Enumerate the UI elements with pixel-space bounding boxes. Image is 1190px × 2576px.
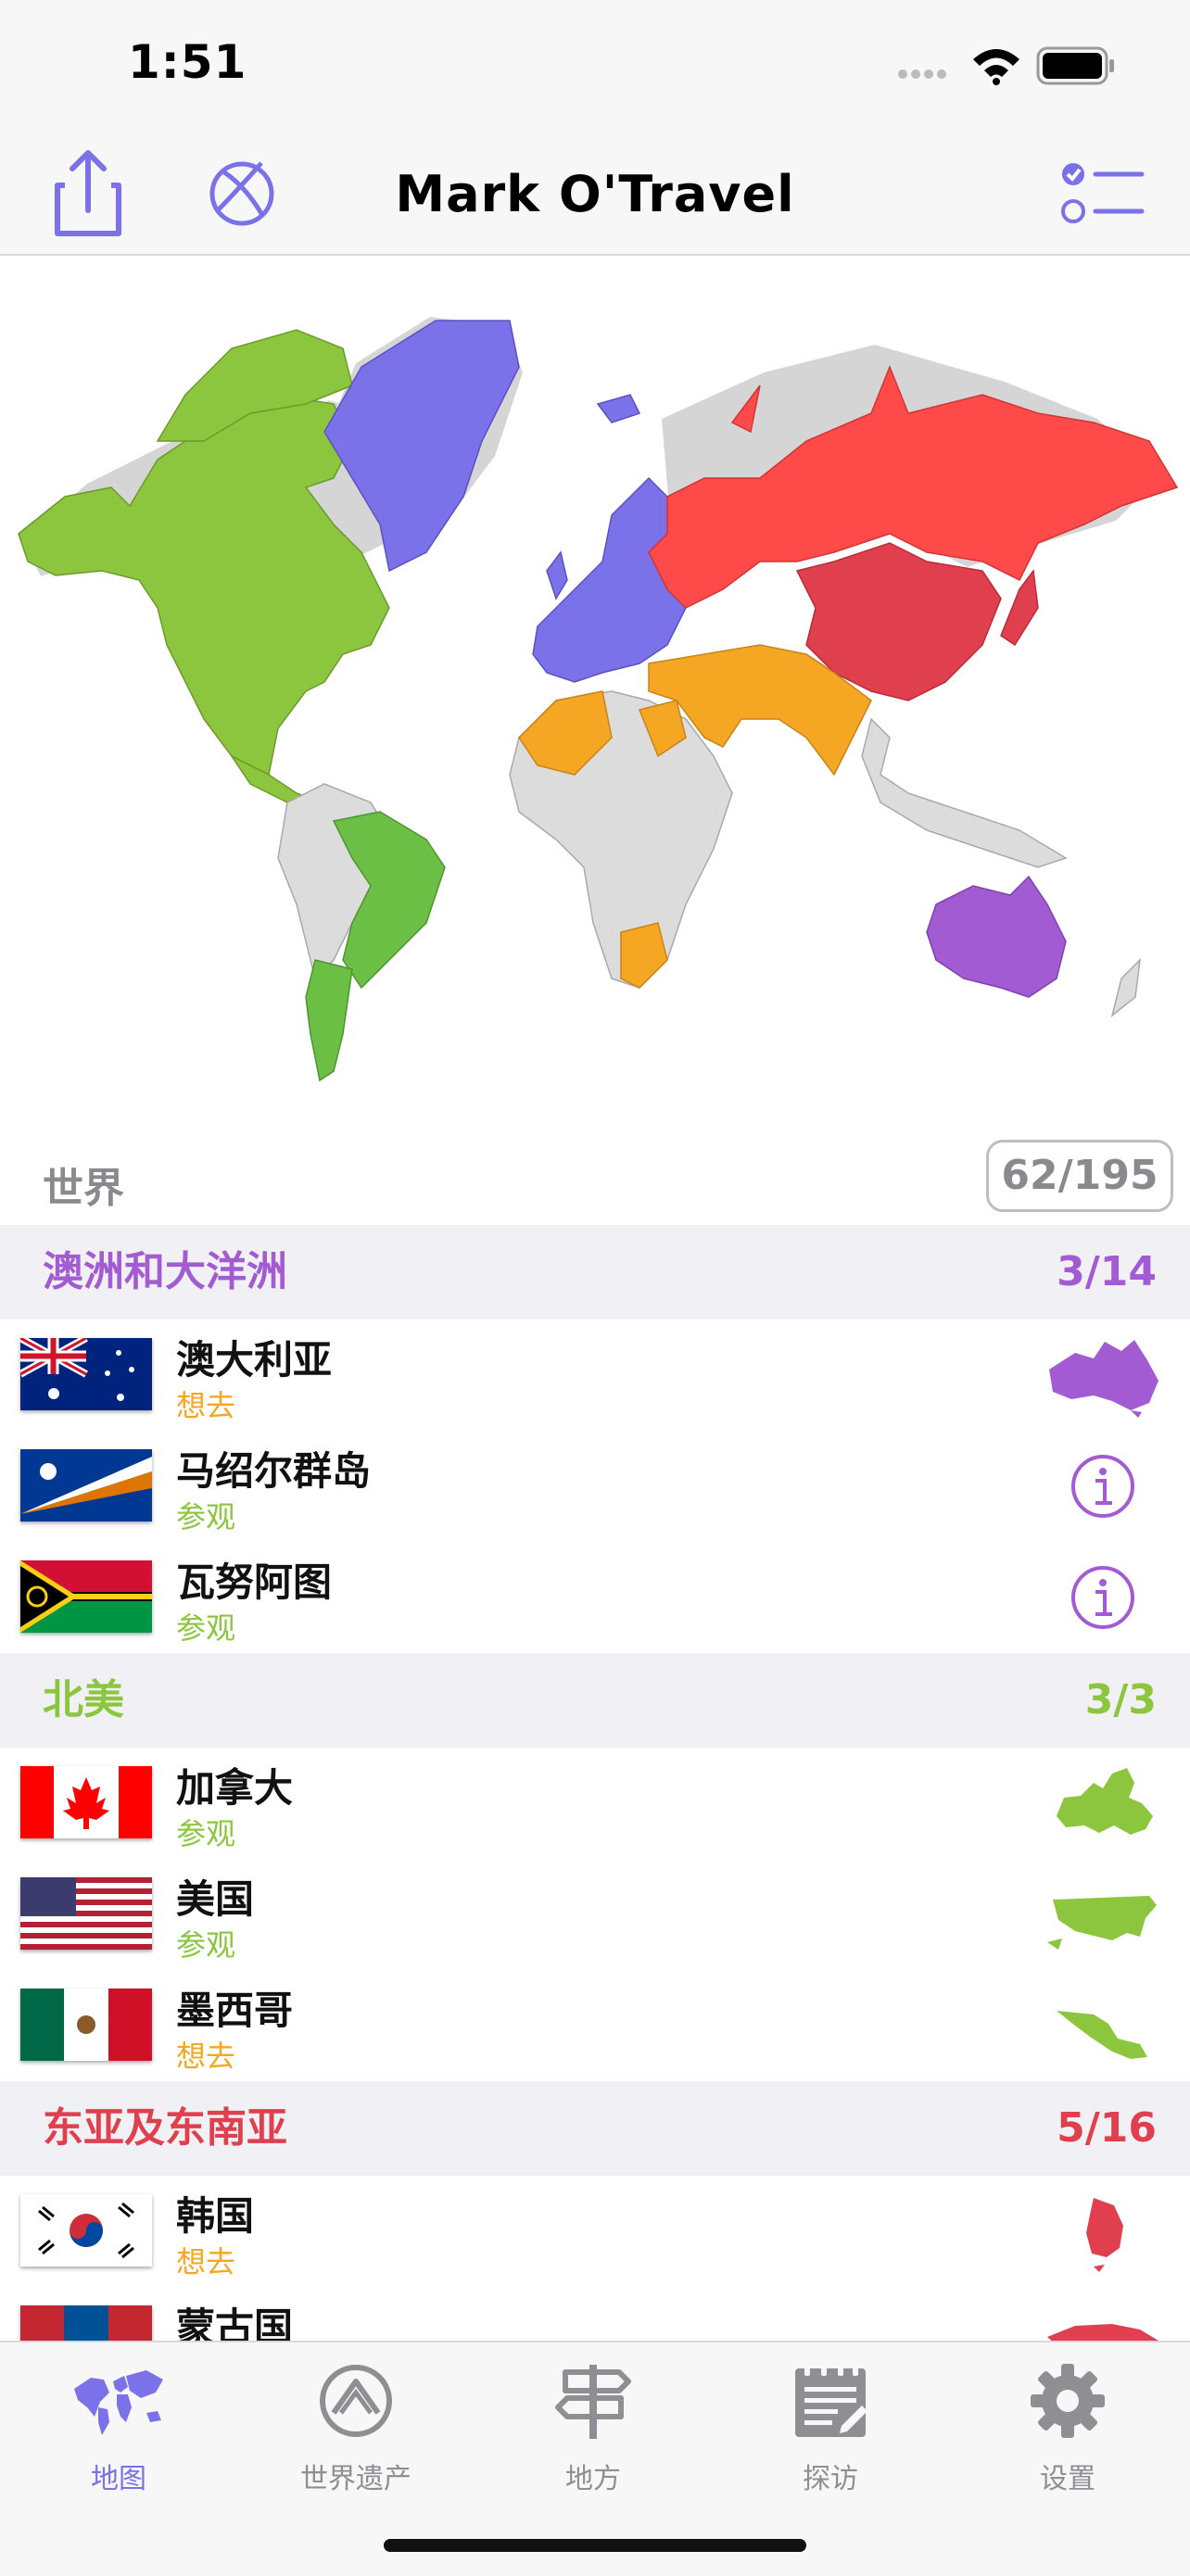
country-status: 参观 bbox=[176, 1610, 236, 1646]
tab-label: 世界遗产 bbox=[300, 2463, 411, 2495]
country-row-mongolia[interactable]: 蒙古国 bbox=[0, 2287, 1190, 2341]
canada-flag-icon bbox=[20, 1766, 152, 1838]
section-header-north-america[interactable]: 北美 3/3 bbox=[0, 1653, 1190, 1748]
tab-settings[interactable]: 设置 bbox=[966, 2354, 1170, 2495]
tab-label: 地图 bbox=[91, 2463, 146, 2495]
country-name: 韩国 bbox=[176, 2193, 255, 2239]
country-status: 想去 bbox=[176, 2244, 236, 2279]
uk-region bbox=[546, 550, 568, 600]
south-korea-flag-icon bbox=[20, 2194, 152, 2267]
cellular-signal-icon bbox=[898, 69, 946, 79]
tab-label: 设置 bbox=[1040, 2463, 1095, 2495]
world-label: 世界 bbox=[43, 1165, 124, 1212]
tab-places[interactable]: 地方 bbox=[491, 2354, 695, 2495]
section-header-oceania[interactable]: 澳洲和大洋洲 3/14 bbox=[0, 1225, 1190, 1320]
mongolia-shape-icon bbox=[1047, 2324, 1158, 2341]
australia-flag-icon bbox=[20, 1338, 152, 1410]
new-zealand-region bbox=[1110, 957, 1142, 1017]
country-name: 蒙古国 bbox=[176, 2305, 294, 2341]
australia-shape-icon bbox=[1049, 1340, 1158, 1418]
country-status: 参观 bbox=[176, 1499, 236, 1534]
mongolia-flag-icon bbox=[20, 2305, 152, 2341]
country-row-australia[interactable]: 澳大利亚 想去 bbox=[0, 1320, 1190, 1431]
section-title: 东亚及东南亚 bbox=[43, 2104, 287, 2152]
heritage-icon bbox=[320, 2365, 392, 2437]
wifi-icon bbox=[973, 49, 1019, 85]
tab-visits[interactable]: 探访 bbox=[728, 2354, 932, 2495]
southeast-asia-region bbox=[861, 717, 1068, 868]
signpost-icon bbox=[555, 2365, 631, 2439]
battery-icon bbox=[1036, 46, 1114, 85]
country-status: 想去 bbox=[176, 1388, 236, 1423]
country-name: 马绍尔群岛 bbox=[176, 1448, 372, 1494]
section-title: 北美 bbox=[43, 1676, 124, 1724]
canada-shape-icon bbox=[1057, 1768, 1153, 1835]
argentina-region bbox=[305, 959, 353, 1082]
info-icon[interactable] bbox=[1038, 1444, 1168, 1529]
marshall-islands-flag-icon bbox=[20, 1449, 152, 1522]
home-indicator[interactable] bbox=[384, 2539, 806, 2552]
korea-shape-icon bbox=[1086, 2198, 1123, 2272]
section-header-east-asia[interactable]: 东亚及东南亚 5/16 bbox=[0, 2081, 1190, 2176]
gear-icon bbox=[1031, 2364, 1105, 2438]
iceland-region bbox=[596, 394, 641, 423]
australia-region bbox=[926, 875, 1067, 998]
country-name: 瓦努阿图 bbox=[176, 1559, 333, 1605]
mexico-shape-icon bbox=[1057, 2011, 1147, 2059]
africa-south-region bbox=[620, 922, 668, 989]
country-row-vanuatu[interactable]: 瓦努阿图 参观 bbox=[0, 1542, 1190, 1653]
checklist-icon[interactable] bbox=[1053, 141, 1155, 243]
country-status: 想去 bbox=[176, 2039, 236, 2074]
country-row-canada[interactable]: 加拿大 参观 bbox=[0, 1748, 1190, 1859]
section-count: 3/3 bbox=[1084, 1676, 1157, 1724]
journal-icon bbox=[795, 2363, 867, 2437]
country-name: 澳大利亚 bbox=[176, 1337, 333, 1383]
japan-region bbox=[1000, 569, 1039, 647]
country-row-marshall-islands[interactable]: 马绍尔群岛 参观 bbox=[0, 1431, 1190, 1542]
status-time: 1:51 bbox=[128, 35, 247, 89]
tab-map[interactable]: 地图 bbox=[17, 2354, 221, 2495]
tab-label: 地方 bbox=[565, 2463, 621, 2495]
page-title: Mark O'Travel bbox=[395, 165, 795, 223]
info-icon[interactable] bbox=[1038, 1555, 1168, 1640]
country-status: 参观 bbox=[176, 1927, 236, 1963]
section-count: 5/16 bbox=[1057, 2104, 1157, 2152]
country-name: 加拿大 bbox=[176, 1765, 294, 1811]
mexico-flag-icon bbox=[20, 1989, 152, 2061]
tab-label: 探访 bbox=[803, 2463, 858, 2495]
country-name: 美国 bbox=[176, 1876, 255, 1922]
country-row-mexico[interactable]: 墨西哥 想去 bbox=[0, 1970, 1190, 2081]
usa-shape-icon bbox=[1047, 1896, 1157, 1950]
world-map-icon bbox=[74, 2370, 163, 2435]
section-title: 澳洲和大洋洲 bbox=[43, 1248, 287, 1295]
tab-world-heritage[interactable]: 世界遗产 bbox=[254, 2354, 458, 2495]
vanuatu-flag-icon bbox=[20, 1560, 152, 1633]
section-count: 3/14 bbox=[1057, 1248, 1157, 1295]
country-row-south-korea[interactable]: 韩国 想去 bbox=[0, 2176, 1190, 2287]
country-row-usa[interactable]: 美国 参观 bbox=[0, 1859, 1190, 1970]
world-visited-count[interactable]: 62/195 bbox=[986, 1140, 1173, 1212]
country-status: 参观 bbox=[176, 1816, 236, 1851]
north-america-region bbox=[18, 394, 390, 777]
usa-flag-icon bbox=[20, 1877, 152, 1950]
world-map[interactable] bbox=[0, 256, 1190, 1090]
country-name: 墨西哥 bbox=[176, 1988, 294, 2033]
